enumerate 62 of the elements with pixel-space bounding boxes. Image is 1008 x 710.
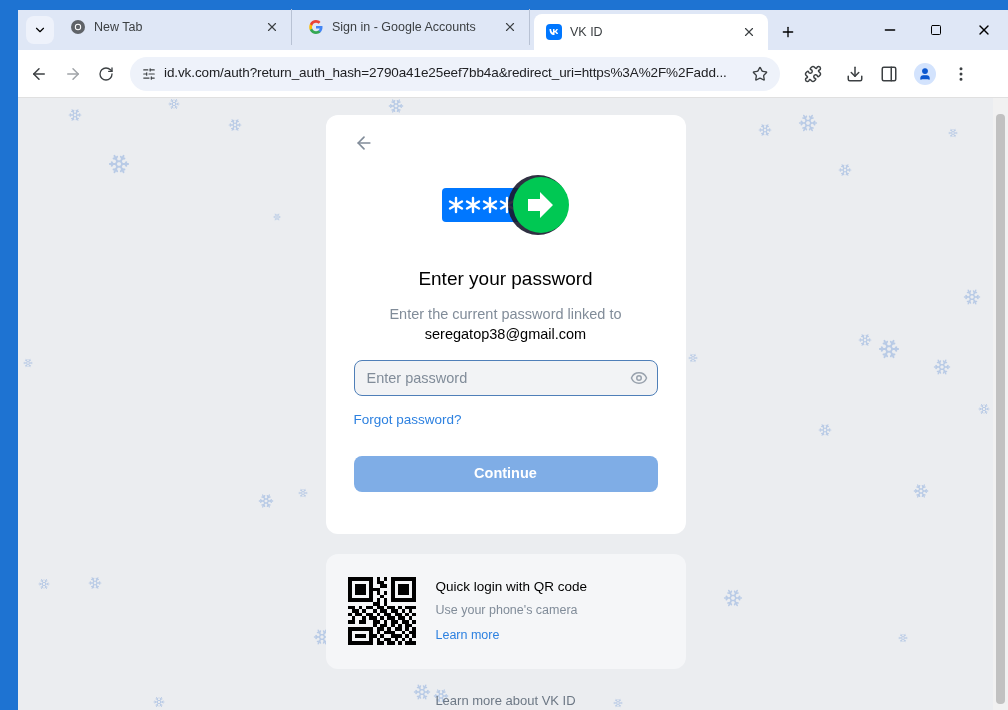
close-icon[interactable] xyxy=(742,25,756,39)
snowflake-icon xyxy=(978,403,990,415)
snowflake-icon xyxy=(23,358,33,368)
browser-tab[interactable]: New Tab xyxy=(58,9,292,45)
side-panel-icon[interactable] xyxy=(880,64,898,83)
browser-tab[interactable]: VK ID xyxy=(534,14,768,50)
snowflake-icon xyxy=(108,153,130,175)
password-field[interactable]: Enter password xyxy=(353,359,658,396)
snowflake-icon xyxy=(948,128,958,138)
snowflake-icon xyxy=(388,98,404,114)
footer-link[interactable]: Learn more about VK ID xyxy=(435,690,576,710)
vk-logo-icon xyxy=(546,24,562,40)
snowflake-icon xyxy=(878,338,900,360)
tab-title: VK ID xyxy=(570,23,604,41)
snowflake-icon xyxy=(258,493,274,509)
profile-avatar[interactable] xyxy=(914,62,936,85)
qr-subtitle: Use your phone's camera xyxy=(435,602,579,620)
snowflake-icon xyxy=(818,423,832,437)
bookmark-star-icon[interactable] xyxy=(752,65,768,82)
qr-code-icon xyxy=(347,577,416,646)
snowflake-icon xyxy=(273,213,281,221)
snowflake-icon xyxy=(723,588,743,608)
address-bar[interactable]: id.vk.com/auth?return_auth_hash=2790a41e25eef7bb4a&redirect_uri=https%3A%2F%2Fadd... xyxy=(130,56,780,91)
snowflake-icon xyxy=(688,353,698,363)
snowflake-icon xyxy=(38,578,50,590)
download-icon[interactable] xyxy=(846,64,864,83)
learn-more-link[interactable]: Learn more xyxy=(435,626,588,645)
snowflake-icon xyxy=(858,333,872,347)
close-icon[interactable] xyxy=(503,20,517,34)
maximize-icon[interactable] xyxy=(930,24,942,36)
snowflake-icon xyxy=(613,698,623,708)
snowflake-icon xyxy=(898,633,908,643)
snowflake-icon xyxy=(413,683,431,701)
card-subtitle: Enter the current password linked to xyxy=(388,304,623,324)
card-title: Enter your password xyxy=(417,267,594,291)
snowflake-icon xyxy=(933,358,951,376)
snowflake-icon xyxy=(88,576,102,590)
reload-icon[interactable] xyxy=(98,65,114,82)
snowflake-icon xyxy=(153,696,165,708)
extensions-icon[interactable] xyxy=(804,64,822,83)
account-email: seregatop38@gmail.com xyxy=(423,324,588,344)
snowflake-icon xyxy=(68,108,82,122)
forgot-password-link[interactable]: Forgot password? xyxy=(353,409,462,430)
g-logo-icon xyxy=(308,19,324,35)
browser-tab[interactable]: Sign in - Google Accounts xyxy=(296,9,530,45)
tab-title: Sign in - Google Accounts xyxy=(332,18,477,36)
url-text: id.vk.com/auth?return_auth_hash=2790a41e25eef7bb4a&redirect_uri=https%3A%2F%2Fadd... xyxy=(164,64,728,83)
new-tab-icon[interactable] xyxy=(780,24,796,40)
snowflake-icon xyxy=(913,483,929,499)
snowflake-icon xyxy=(168,98,180,110)
site-settings-icon[interactable] xyxy=(142,66,156,81)
browser-logo-icon xyxy=(70,19,86,35)
qr-title: Quick login with QR code xyxy=(435,578,588,597)
snowflake-icon xyxy=(798,113,818,133)
snowflake-icon xyxy=(298,488,308,498)
tab-title: New Tab xyxy=(94,18,144,36)
close-icon[interactable] xyxy=(265,20,279,34)
snowflake-icon xyxy=(758,123,772,137)
scrollbar[interactable] xyxy=(993,98,1008,710)
snowflake-icon xyxy=(228,118,242,132)
snowflake-icon xyxy=(838,163,852,177)
snowflake-icon xyxy=(963,288,981,306)
